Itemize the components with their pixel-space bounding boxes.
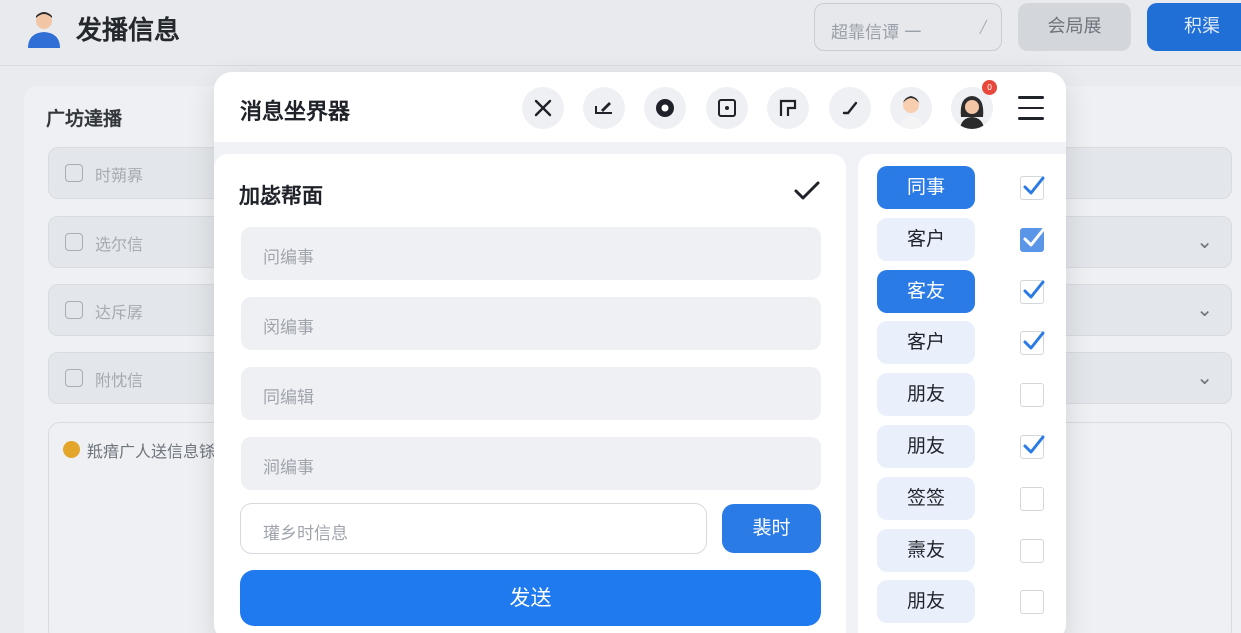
edit-field[interactable]: 同编辑 <box>241 367 821 420</box>
checkmark-icon <box>1023 280 1045 299</box>
schedule-button[interactable]: 裴时 <box>722 504 821 553</box>
contact-avatar[interactable] <box>890 87 932 129</box>
recipient-tag[interactable]: 客友 <box>877 269 975 313</box>
edit-field[interactable]: 闵编事 <box>241 297 821 350</box>
recipient-checkbox[interactable] <box>1020 176 1045 200</box>
primary-button[interactable]: 积渠 <box>1147 3 1241 51</box>
recipient-checkbox[interactable] <box>1020 435 1045 459</box>
layout-button[interactable] <box>767 87 809 129</box>
record-button[interactable] <box>644 87 686 129</box>
modal-title: 消息坐界器 <box>240 100 351 125</box>
row-icon <box>65 301 83 319</box>
checkmark-icon <box>1023 176 1045 195</box>
recipient-tag[interactable]: 朋友 <box>877 373 975 417</box>
row-label: 附忱信 <box>95 371 144 390</box>
edit-field[interactable]: 问编事 <box>241 227 821 280</box>
recipient-checkbox[interactable] <box>1020 383 1044 408</box>
row-label: 达斥孱 <box>95 303 144 322</box>
recipient-checkbox[interactable] <box>1020 590 1044 615</box>
app-header: 发播信息 超靠信谭 一 ╱ 会局展 积渠 <box>0 0 1241 66</box>
row-icon <box>65 369 83 387</box>
secondary-button[interactable]: 会局展 <box>1018 3 1131 51</box>
checkmark-icon <box>1023 228 1045 247</box>
chevron-down-icon[interactable]: ⌄ <box>1196 229 1213 253</box>
user-avatar-icon[interactable] <box>24 8 64 48</box>
notification-badge: 0 <box>982 80 997 95</box>
menu-icon[interactable] <box>1018 96 1044 120</box>
recipient-checkbox[interactable] <box>1020 486 1044 511</box>
chevron-down-icon: ╱ <box>979 20 987 34</box>
message-modal: 消息坐界器 0 加毖帮面 问编事 闵编事 同编辑 涧编事 瓘乡时信息 裴时 发送… <box>214 72 1066 633</box>
check-icon[interactable] <box>792 178 822 204</box>
card-title: 加毖帮面 <box>239 184 323 208</box>
edit-field[interactable]: 涧编事 <box>241 437 821 490</box>
row-label: 时蒴奡 <box>95 166 144 185</box>
recipient-checkbox[interactable] <box>1020 227 1045 252</box>
recipient-tag[interactable]: 朋友 <box>877 580 975 624</box>
layout-icon <box>779 99 797 116</box>
info-icon <box>63 441 80 458</box>
send-button[interactable]: 发送 <box>240 570 821 626</box>
section-title: 广坊達播 <box>46 108 123 130</box>
square-dot-icon <box>718 99 736 117</box>
recipient-tag[interactable]: 朋友 <box>877 425 975 468</box>
compose-card: 加毖帮面 问编事 闵编事 同编辑 涧编事 瓘乡时信息 裴时 发送 <box>214 154 846 633</box>
note-text: 羝瘖广人送信息铩 <box>87 442 216 461</box>
close-icon <box>534 99 552 117</box>
close-button[interactable] <box>522 87 564 129</box>
frame-button[interactable] <box>706 87 748 129</box>
pen-button[interactable] <box>829 87 871 129</box>
chevron-down-icon[interactable]: ⌄ <box>1196 297 1213 321</box>
recipient-checkbox[interactable] <box>1020 279 1045 304</box>
row-icon <box>65 233 83 251</box>
recipient-checkbox[interactable] <box>1020 538 1044 563</box>
sign-button[interactable] <box>583 87 625 129</box>
recipient-tag[interactable]: 燾友 <box>877 528 975 572</box>
avatar-icon <box>890 87 932 129</box>
recipient-list: 同事 客户 客友 客户 朋友 朋友 签签 燾友 朋友 <box>858 154 1066 633</box>
modal-header: 消息坐界器 0 <box>214 72 1066 142</box>
pen-icon <box>842 101 858 115</box>
search-placeholder: 超靠信谭 一 <box>831 23 922 43</box>
app-title: 发播信息 <box>76 16 181 46</box>
search-input[interactable]: 超靠信谭 一 ╱ <box>814 3 1002 51</box>
row-label: 选尔信 <box>95 235 144 254</box>
checkmark-icon <box>1023 435 1045 454</box>
checkmark-icon <box>1023 331 1045 350</box>
row-icon <box>65 164 83 182</box>
chevron-down-icon[interactable]: ⌄ <box>1196 365 1213 389</box>
recipient-tag[interactable]: 客户 <box>877 321 975 365</box>
recipient-tag[interactable]: 签签 <box>877 476 975 520</box>
schedule-time-input[interactable]: 瓘乡时信息 <box>240 503 707 554</box>
record-icon <box>656 99 674 117</box>
recipient-checkbox[interactable] <box>1020 331 1045 356</box>
signature-icon <box>595 102 612 114</box>
recipient-tag[interactable]: 客户 <box>877 217 975 261</box>
recipient-tag[interactable]: 同事 <box>877 166 975 209</box>
